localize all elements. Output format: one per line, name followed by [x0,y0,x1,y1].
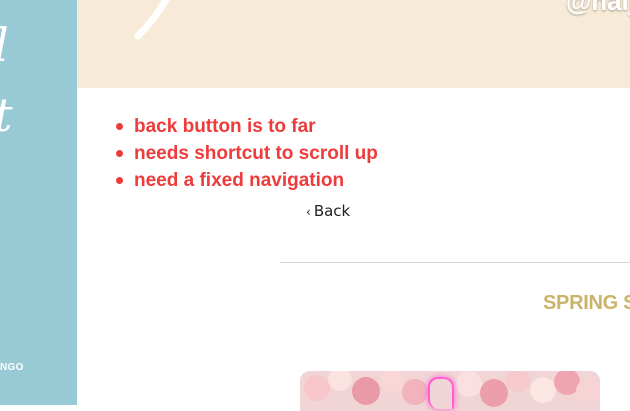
rose-decoration [576,379,600,403]
bullet-icon [116,123,123,130]
feedback-note-text: need a fixed navigation [134,170,345,191]
rose-decoration [506,371,530,392]
sidebar-caption: NGO [0,362,24,373]
rose-decoration [304,375,330,401]
back-button[interactable]: ‹ Back [306,202,350,220]
rose-decoration [402,379,428,405]
rose-decoration [328,371,352,391]
feedback-note: need a fixed navigation [112,167,378,194]
rose-decoration [352,377,380,405]
feedback-notes-list: back button is to far needs shortcut to … [112,113,378,194]
rose-decoration [530,377,556,403]
sidebar-panel: l t NGO [0,0,77,405]
sidebar-script-letter: l [0,22,9,68]
bullet-icon [116,177,123,184]
banner-handle-text: @naij [565,0,630,16]
rose-decoration [456,371,482,397]
header-banner: @naij [77,0,630,88]
back-button-label: Back [313,202,351,220]
chevron-left-icon: ‹ [306,205,311,219]
feedback-note: back button is to far [112,113,378,140]
rose-decoration [380,371,404,393]
product-image[interactable] [300,371,600,411]
bullet-icon [116,150,123,157]
feedback-note: needs shortcut to scroll up [112,140,378,167]
neon-sign-decoration [428,377,454,409]
section-divider [280,262,630,263]
script-stroke-decoration [134,0,170,40]
feedback-note-text: back button is to far [134,116,316,137]
rose-decoration [480,379,508,407]
feedback-note-text: needs shortcut to scroll up [134,143,378,164]
sidebar-script-letter: t [0,92,13,138]
section-title: SPRING S [543,292,630,314]
